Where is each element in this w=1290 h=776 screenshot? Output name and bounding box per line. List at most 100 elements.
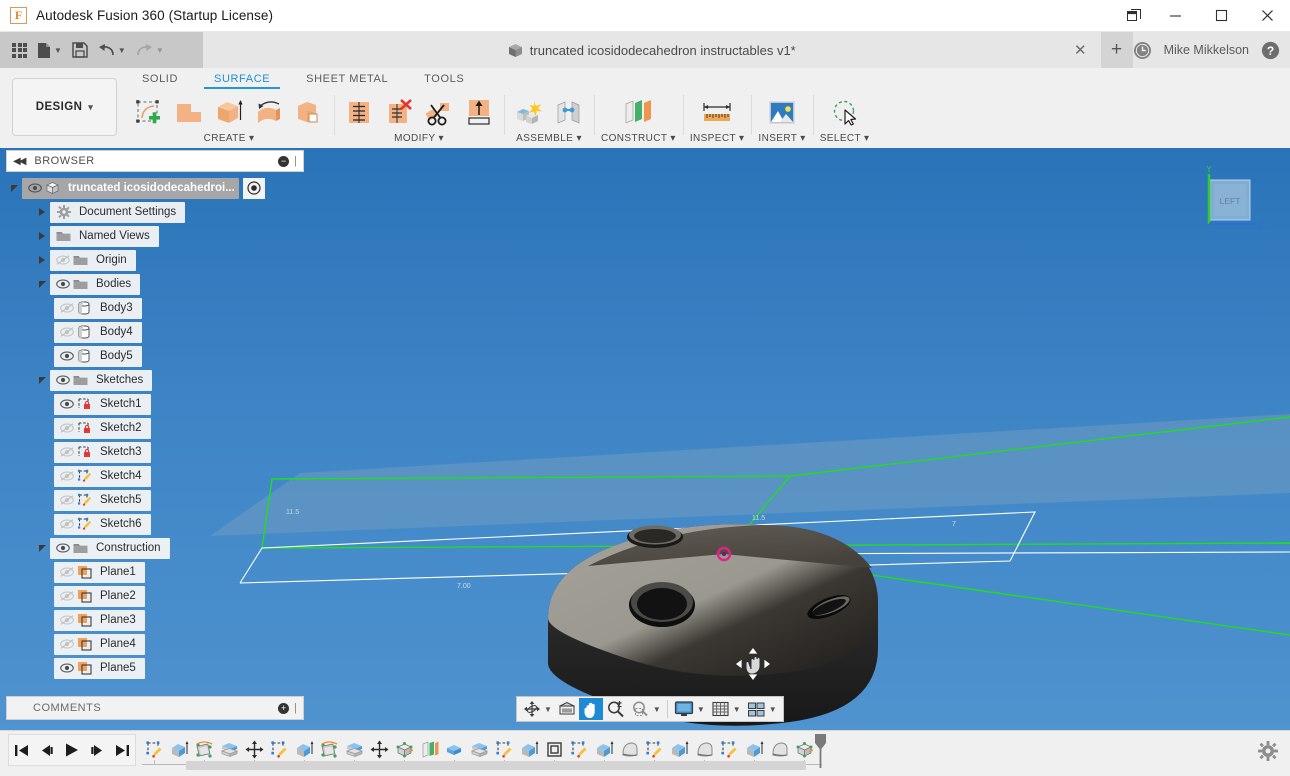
create-sketch-button[interactable] — [131, 94, 167, 132]
tree-item-origin[interactable]: Origin — [50, 250, 136, 271]
visibility-eye-hidden-icon[interactable] — [58, 591, 75, 601]
visibility-eye-icon[interactable] — [54, 375, 71, 385]
fit-button[interactable]: ▼ — [628, 698, 664, 720]
visibility-eye-hidden-icon[interactable] — [58, 567, 75, 577]
tree-item-body4[interactable]: Body4 — [54, 322, 142, 343]
undo-button[interactable]: ▼ — [94, 36, 130, 64]
timeline-feature-2[interactable] — [167, 735, 192, 763]
tree-row-root[interactable]: truncated icosidodecahedroi... — [6, 176, 304, 200]
timeline-play-button[interactable] — [63, 742, 80, 758]
visibility-eye-hidden-icon[interactable] — [58, 615, 75, 625]
timeline-feature-23[interactable] — [692, 735, 717, 763]
timeline-feature-18[interactable] — [567, 735, 592, 763]
stitch-button[interactable] — [341, 94, 377, 132]
new-tab-button[interactable]: + — [1101, 32, 1133, 68]
view-cube[interactable]: LEFT Y Z — [1184, 166, 1268, 248]
expand-toggle[interactable] — [6, 176, 22, 200]
timeline-feature-22[interactable] — [667, 735, 692, 763]
tree-item-sketch5[interactable]: Sketch5 — [54, 490, 151, 511]
timeline-feature-8[interactable] — [317, 735, 342, 763]
visibility-eye-hidden-icon[interactable] — [58, 471, 75, 481]
timeline-feature-10[interactable] — [367, 735, 392, 763]
panel-label-inspect[interactable]: INSPECT ▾ — [690, 133, 745, 144]
timeline-feature-19[interactable] — [592, 735, 617, 763]
tree-row-sketch1[interactable]: Sketch1 — [6, 392, 304, 416]
tree-item-bodies[interactable]: Bodies — [50, 274, 140, 295]
tree-item-component[interactable]: truncated icosidodecahedroi... — [22, 178, 239, 199]
timeline-settings-button[interactable] — [1258, 741, 1278, 761]
visibility-eye-hidden-icon[interactable] — [58, 423, 75, 433]
tree-row-sketch5[interactable]: Sketch5 — [6, 488, 304, 512]
visibility-eye-hidden-icon[interactable] — [58, 447, 75, 457]
tree-item-plane1[interactable]: Plane1 — [54, 562, 145, 583]
restore-window-icon[interactable] — [1116, 0, 1152, 32]
tree-row-construction[interactable]: Construction — [6, 536, 304, 560]
visibility-eye-icon[interactable] — [54, 543, 71, 553]
look-at-button[interactable] — [555, 698, 579, 720]
visibility-eye-hidden-icon[interactable] — [58, 495, 75, 505]
expand-toggle[interactable] — [34, 272, 50, 296]
close-icon[interactable]: ✕ — [1074, 43, 1087, 58]
measure-button[interactable] — [699, 94, 735, 132]
panel-grip[interactable]: | — [294, 155, 297, 167]
visibility-eye-hidden-icon[interactable] — [58, 303, 75, 313]
tree-row-plane2[interactable]: Plane2 — [6, 584, 304, 608]
tree-item-plane2[interactable]: Plane2 — [54, 586, 145, 607]
expand-toggle[interactable] — [34, 224, 50, 248]
timeline-feature-21[interactable] — [642, 735, 667, 763]
timeline-feature-1[interactable] — [142, 735, 167, 763]
timeline-step-back-button[interactable] — [38, 743, 55, 758]
visibility-eye-icon[interactable] — [54, 279, 71, 289]
activate-radio-icon[interactable] — [243, 178, 265, 199]
ribbon-tab-tools[interactable]: TOOLS — [406, 68, 482, 89]
select-button[interactable] — [827, 94, 863, 132]
insert-image-button[interactable] — [764, 94, 800, 132]
tree-item-sketch4[interactable]: Sketch4 — [54, 466, 151, 487]
tree-row-body5[interactable]: Body5 — [6, 344, 304, 368]
close-button[interactable] — [1244, 0, 1290, 32]
visibility-eye-hidden-icon[interactable] — [58, 639, 75, 649]
trim-button[interactable] — [421, 94, 457, 132]
minimize-button[interactable] — [1152, 0, 1198, 32]
joint-button[interactable] — [551, 94, 587, 132]
expand-toggle[interactable] — [34, 200, 50, 224]
visibility-eye-icon[interactable] — [58, 351, 75, 361]
tree-item-construction[interactable]: Construction — [50, 538, 170, 559]
extend-button[interactable] — [461, 94, 497, 132]
panel-label-select[interactable]: SELECT ▾ — [820, 133, 870, 144]
double-left-arrow-icon[interactable]: ◀◀ — [13, 156, 24, 167]
new-file-button[interactable]: ▼ — [33, 36, 66, 64]
expand-toggle[interactable] — [34, 248, 50, 272]
username-label[interactable]: Mike Mikkelson — [1164, 43, 1249, 57]
tree-row-origin[interactable]: Origin — [6, 248, 304, 272]
panel-label-insert[interactable]: INSERT ▾ — [758, 133, 805, 144]
timeline-feature-13[interactable] — [442, 735, 467, 763]
tree-item-sketch1[interactable]: Sketch1 — [54, 394, 151, 415]
zoom-button[interactable] — [603, 698, 628, 720]
viewports-button[interactable]: ▼ — [744, 698, 780, 720]
timeline-feature-14[interactable] — [467, 735, 492, 763]
tree-row-sketches[interactable]: Sketches — [6, 368, 304, 392]
timeline-scrollbar[interactable] — [186, 761, 806, 770]
expand-toggle[interactable] — [34, 536, 50, 560]
collapse-all-icon[interactable]: − — [278, 156, 289, 167]
extrude-button[interactable] — [211, 94, 247, 132]
redo-button[interactable]: ▼ — [132, 36, 168, 64]
workspace-selector[interactable]: DESIGN ▾ — [12, 78, 117, 136]
orbit-button[interactable]: ▼ — [520, 698, 555, 720]
tree-row-sketch2[interactable]: Sketch2 — [6, 416, 304, 440]
app-grid-button[interactable] — [8, 36, 31, 64]
tree-item-sketches[interactable]: Sketches — [50, 370, 152, 391]
timeline-feature-6[interactable] — [267, 735, 292, 763]
timeline-feature-17[interactable] — [542, 735, 567, 763]
timeline-feature-9[interactable] — [342, 735, 367, 763]
ribbon-tab-sheet-metal[interactable]: SHEET METAL — [288, 68, 406, 89]
visibility-eye-hidden-icon[interactable] — [58, 327, 75, 337]
tree-item-document-settings[interactable]: Document Settings — [50, 202, 185, 223]
tree-item-plane5[interactable]: Plane5 — [54, 658, 145, 679]
tree-row-sketch3[interactable]: Sketch3 — [6, 440, 304, 464]
panel-label-construct[interactable]: CONSTRUCT ▾ — [601, 133, 676, 144]
visibility-eye-icon[interactable] — [26, 183, 43, 193]
maximize-button[interactable] — [1198, 0, 1244, 32]
visibility-eye-icon[interactable] — [58, 663, 75, 673]
